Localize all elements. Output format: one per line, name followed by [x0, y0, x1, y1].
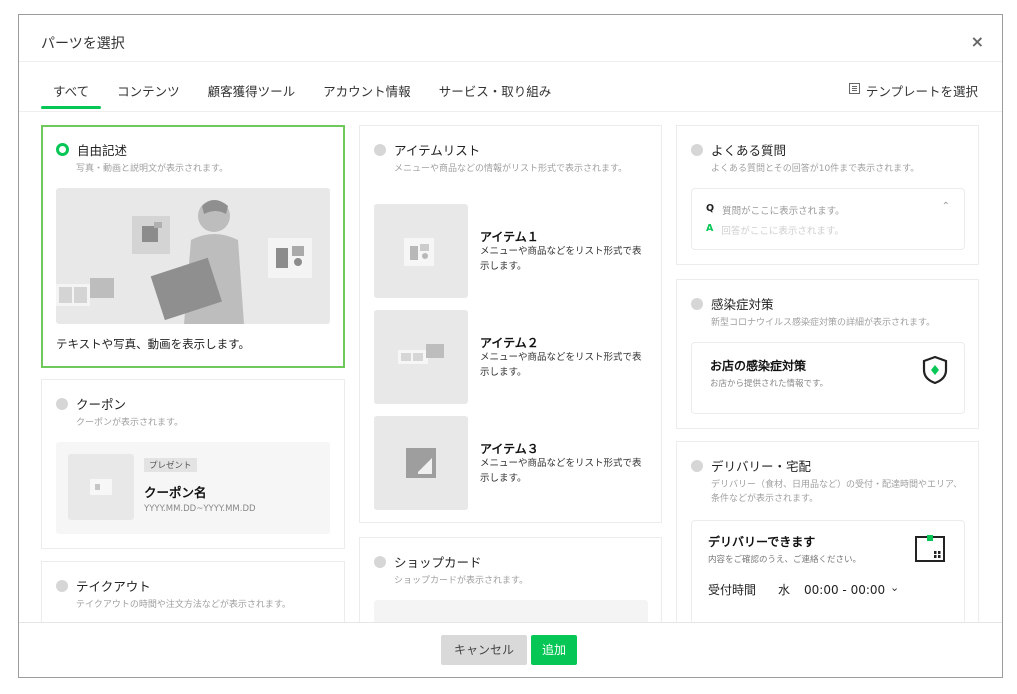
item-image-placeholder-icon	[406, 448, 436, 478]
tab-contents[interactable]: コンテンツ	[105, 81, 192, 109]
card-free-text[interactable]: 自由記述 写真・動画と説明文が表示されます。 テキストや写真、動画を表示します。	[41, 125, 345, 368]
infection-box-title: お店の感染症対策	[710, 359, 807, 373]
card-desc: テイクアウトの時間や注文方法などが表示されます。	[76, 600, 291, 610]
template-icon	[848, 83, 860, 94]
dialog-footer: キャンセル 追加	[19, 622, 1002, 677]
dialog-title: パーツを選択	[41, 36, 125, 52]
tab-customer-tools[interactable]: 顧客獲得ツール	[196, 81, 308, 109]
delivery-time: 00:00 - 00:00	[804, 582, 886, 597]
coupon-period: YYYY.MM.DD~YYYY.MM.DD	[144, 504, 256, 514]
item-name: アイテム１	[480, 230, 539, 244]
faq-a-mark: A	[706, 223, 714, 234]
chevron-up-icon: ⌃	[941, 201, 950, 212]
category-tabs: すべて コンテンツ 顧客獲得ツール アカウント情報 サービス・取り組み	[41, 81, 567, 113]
card-desc: ショップカードが表示されます。	[394, 576, 529, 586]
tab-services[interactable]: サービス・取り組み	[427, 81, 564, 109]
card-desc: クーポンが表示されます。	[76, 418, 184, 428]
card-title: デリバリー・宅配	[711, 459, 812, 474]
card-title: テイクアウト	[76, 579, 151, 594]
card-desc: よくある質問とその回答が10件まで表示されます。	[711, 164, 920, 174]
card-infection-control[interactable]: 感染症対策 新型コロナウイルス感染症対策の詳細が表示されます。 お店の感染症対策…	[676, 279, 979, 429]
template-select-button[interactable]: テンプレートを選択	[848, 81, 978, 100]
faq-preview: Q 質問がここに表示されます。 ⌃ A 回答がここに表示されます。	[691, 188, 965, 250]
coupon-badge: プレゼント	[144, 458, 197, 472]
faq-q-mark: Q	[706, 203, 715, 214]
infection-box-desc: お店から提供された情報です。	[710, 379, 829, 389]
radio-icon[interactable]	[56, 579, 68, 592]
template-select-label: テンプレートを選択	[865, 84, 978, 99]
card-title: ショップカード	[394, 555, 482, 570]
radio-icon[interactable]	[56, 397, 68, 410]
tab-account-info[interactable]: アカウント情報	[311, 81, 423, 109]
chevron-down-icon: ⌄	[890, 581, 900, 594]
radio-selected-icon[interactable]	[56, 143, 69, 156]
item-desc: メニューや商品などをリスト形式で表示します。	[480, 352, 642, 378]
delivery-box-icon	[915, 535, 945, 562]
item-name: アイテム２	[480, 336, 539, 350]
person-with-photos-illustration	[56, 200, 312, 324]
item-image	[374, 310, 468, 404]
free-text-illustration	[56, 188, 330, 324]
coupon-image	[68, 454, 134, 520]
card-title: 自由記述	[77, 143, 128, 158]
radio-icon[interactable]	[691, 297, 703, 310]
radio-icon[interactable]	[691, 143, 703, 156]
item-photo-icon	[404, 238, 434, 266]
faq-question: 質問がここに表示されます。	[722, 206, 845, 217]
card-coupon[interactable]: クーポン クーポンが表示されます。 プレゼント クーポン名 YYYY.MM.DD…	[41, 379, 345, 549]
divider	[19, 61, 1002, 62]
faq-answer: 回答がここに表示されます。	[721, 226, 844, 237]
divider	[19, 111, 1002, 112]
item-image	[374, 416, 468, 510]
radio-icon[interactable]	[691, 459, 703, 472]
card-desc: メニューや商品などの情報がリスト形式で表示されます。	[394, 164, 628, 174]
tab-all[interactable]: すべて	[41, 81, 102, 109]
delivery-hours: 受付時間 水 00:00 - 00:00	[708, 581, 885, 598]
shield-icon	[922, 355, 948, 385]
delivery-day: 水	[778, 583, 791, 597]
card-title: 感染症対策	[711, 297, 774, 312]
delivery-box-title: デリバリーできます	[708, 535, 816, 549]
delivery-hours-label: 受付時間	[708, 583, 757, 597]
item-desc: メニューや商品などをリスト形式で表示します。	[480, 246, 642, 272]
card-title: クーポン	[76, 397, 127, 412]
card-desc: デリバリー（食材、日用品など）の受付・配達時間やエリア、条件などが表示されます。	[711, 480, 963, 504]
item-image	[374, 204, 468, 298]
item-desc: メニューや商品などをリスト形式で表示します。	[480, 458, 642, 484]
add-button[interactable]: 追加	[531, 635, 577, 665]
coupon-name: クーポン名	[144, 485, 207, 500]
cancel-button[interactable]: キャンセル	[441, 635, 527, 665]
item-gallery-icon	[398, 344, 444, 364]
card-item-list[interactable]: アイテムリスト メニューや商品などの情報がリスト形式で表示されます。 アイテム１…	[359, 125, 662, 523]
radio-icon[interactable]	[374, 555, 386, 568]
card-desc: 写真・動画と説明文が表示されます。	[76, 164, 229, 174]
close-icon[interactable]: ×	[971, 32, 984, 51]
radio-icon[interactable]	[374, 143, 386, 156]
infection-preview: お店の感染症対策 お店から提供された情報です。	[691, 342, 965, 414]
card-title: よくある質問	[711, 143, 787, 158]
item-name: アイテム３	[480, 442, 539, 456]
card-title: アイテムリスト	[394, 143, 481, 158]
delivery-box-desc: 内容をご確認のうえ、ご連絡ください。	[708, 555, 862, 565]
card-desc: 新型コロナウイルス感染症対策の詳細が表示されます。	[711, 318, 936, 328]
coupon-ticket-icon	[90, 479, 112, 495]
coupon-preview: プレゼント クーポン名 YYYY.MM.DD~YYYY.MM.DD	[56, 442, 330, 534]
parts-select-dialog: パーツを選択 × すべて コンテンツ 顧客獲得ツール アカウント情報 サービス・…	[18, 14, 1003, 678]
card-caption: テキストや写真、動画を表示します。	[56, 337, 251, 351]
card-faq[interactable]: よくある質問 よくある質問とその回答が10件まで表示されます。 Q 質問がここに…	[676, 125, 979, 265]
